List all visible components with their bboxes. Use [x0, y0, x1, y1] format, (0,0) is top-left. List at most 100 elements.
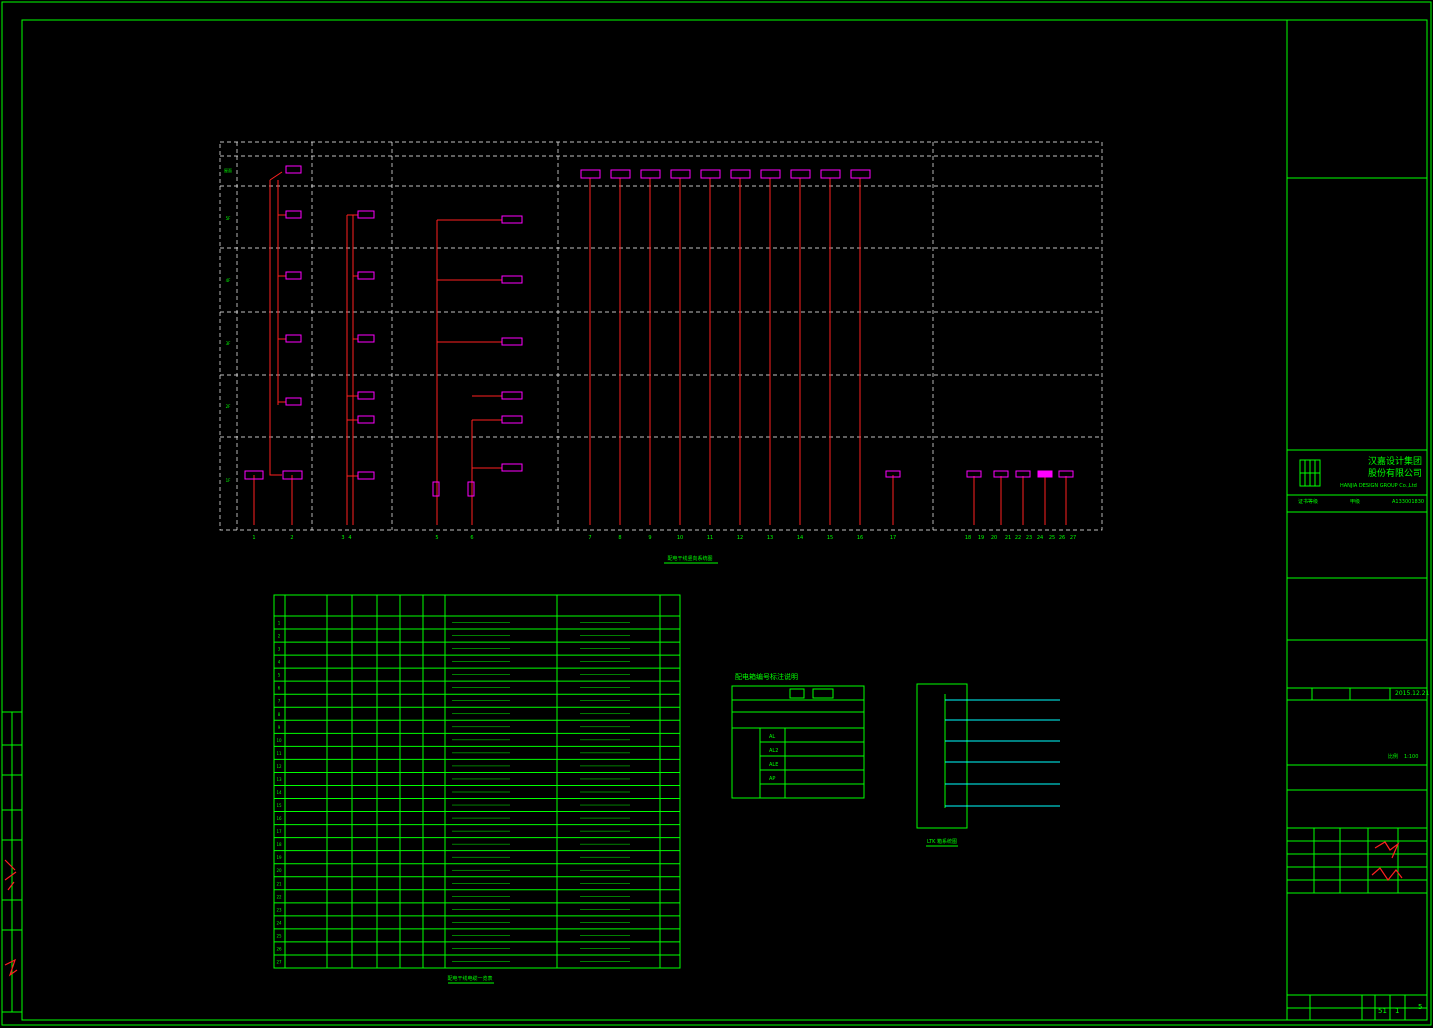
cable-table-row-number: 6 — [278, 686, 281, 691]
column-number: 11 — [707, 535, 713, 541]
roof-box — [820, 169, 841, 179]
page-a: 1 — [1395, 1007, 1400, 1015]
column-number: 8 — [618, 535, 621, 541]
legend-code-3: ALE — [769, 762, 778, 768]
legend-code-1: AL — [769, 734, 775, 740]
cable-table-row-number: 16 — [276, 816, 282, 821]
right-feeders — [973, 476, 1067, 525]
cable-table-row-number: 18 — [276, 842, 282, 847]
left-feeders — [253, 171, 894, 525]
column-number: 24 — [1037, 535, 1043, 541]
cable-table-row-number: 11 — [276, 751, 282, 756]
company-name-line1: 汉嘉设计集团 — [1368, 457, 1423, 467]
cert-number: A133001830 — [1392, 499, 1425, 505]
column-number: 1 — [252, 535, 255, 541]
cable-table-row-number: 3 — [278, 647, 281, 652]
cable-table-row-number: 1 — [278, 621, 281, 626]
floor-label: 1F — [226, 478, 232, 483]
cad-drawing-canvas: 1 2 3 4 5 6 7 8 9 10 11 12 13 14 15 16 17 18 19 20 21 22 23 24 2… — [1, 1, 1432, 1026]
cable-table-row-number: 14 — [276, 790, 282, 795]
company-name-en: HANJIA DESIGN GROUP Co.,Ltd — [1340, 483, 1417, 489]
column-number: 27 — [1070, 535, 1076, 541]
column-number: 6 — [470, 535, 473, 541]
legend-code-4: AP — [769, 776, 775, 782]
outer-frame — [1, 1, 1432, 1026]
column-number: 14 — [797, 535, 803, 541]
cable-table-row-number: 27 — [276, 959, 282, 964]
column-number: 3 — [341, 535, 344, 541]
floor-labels: 屋面 5F 4F 3F 2F 1F — [224, 167, 232, 483]
cable-table-row-number: 22 — [276, 894, 282, 899]
cable-table: 1234567891011121314151617181920212223242… — [273, 594, 681, 969]
column-number: 26 — [1059, 535, 1065, 541]
column-number: 18 — [965, 535, 971, 541]
column-number: 19 — [978, 535, 984, 541]
cable-table-caption: 配电干线电缆一览表 — [447, 975, 492, 982]
drawing-date: 2015.12.21 — [1395, 690, 1430, 697]
roof-box — [790, 169, 811, 179]
column-number: 13 — [767, 535, 773, 541]
cable-table-row-number: 20 — [276, 868, 282, 873]
column-number: 22 — [1015, 535, 1021, 541]
left-binding-strip — [1, 711, 23, 1013]
roof-box — [730, 169, 751, 179]
roof-box — [610, 169, 631, 179]
column-number: 12 — [737, 535, 743, 541]
cert-label: 证书等级 — [1298, 499, 1319, 505]
cable-table-row-number: 12 — [276, 764, 282, 769]
cable-table-row-number: 21 — [276, 881, 282, 886]
floor-label: 3F — [226, 341, 232, 346]
cable-table-row-number: 15 — [276, 803, 282, 808]
roof-box — [850, 169, 871, 179]
company-logo — [1299, 459, 1321, 487]
cable-table-row-number: 24 — [276, 920, 282, 925]
legend-box — [731, 685, 865, 799]
column-number: 2 — [290, 535, 293, 541]
right-boxes — [966, 470, 1074, 478]
sheet-number: 51 — [1378, 1007, 1387, 1015]
cable-table-row-number: 5 — [278, 673, 281, 678]
cable-table-row-number: 9 — [278, 725, 281, 730]
riser-caption: 配电干线竖向系统图 — [667, 555, 712, 562]
roof-box — [670, 169, 691, 179]
column-number: 10 — [677, 535, 683, 541]
column-number: 20 — [991, 535, 997, 541]
cable-table-row-number: 7 — [278, 699, 281, 704]
cable-table-row-number: 19 — [276, 855, 282, 860]
cable-table-row-number: 26 — [276, 946, 282, 951]
roof-box — [580, 169, 601, 179]
cable-table-row-number: 10 — [276, 738, 282, 743]
column-number: 4 — [348, 535, 351, 541]
title-block — [1287, 177, 1427, 1020]
cert-value: 甲级 — [1350, 499, 1361, 505]
column-number: 15 — [827, 535, 833, 541]
roof-box — [700, 169, 721, 179]
cable-table-row-number: 17 — [276, 829, 282, 834]
company-name-line2: 股份有限公司 — [1368, 469, 1423, 479]
column-number: 5 — [435, 535, 438, 541]
cable-table-row-number: 13 — [276, 777, 282, 782]
ltk-diagram — [916, 683, 1060, 829]
column-number: 7 — [588, 535, 591, 541]
signatures — [4, 841, 1403, 977]
cable-table-row-number: 23 — [276, 907, 282, 912]
column-number: 25 — [1049, 535, 1055, 541]
left-feeder-boxes — [244, 165, 901, 497]
column-number: 23 — [1026, 535, 1032, 541]
cable-table-row-number: 8 — [278, 712, 281, 717]
cable-table-row-number: 2 — [278, 634, 281, 639]
floor-label: 屋面 — [224, 167, 232, 173]
page-b: 5 — [1418, 1003, 1423, 1011]
roof-box — [760, 169, 781, 179]
cable-table-row-number: 4 — [278, 660, 281, 665]
column-number: 21 — [1005, 535, 1011, 541]
column-numbers: 1 2 3 4 5 6 7 8 9 10 11 12 13 14 15 16 17 18 19 20 21 22 23 24 2… — [252, 535, 1076, 541]
column-number: 16 — [857, 535, 863, 541]
floor-label: 5F — [226, 216, 232, 221]
cable-table-row-number: 25 — [276, 933, 282, 938]
floor-label: 2F — [226, 404, 232, 409]
column-number: 17 — [890, 535, 896, 541]
scale-value: 1:100 — [1404, 754, 1419, 760]
roof-box — [640, 169, 661, 179]
riser-grid — [219, 141, 1103, 531]
